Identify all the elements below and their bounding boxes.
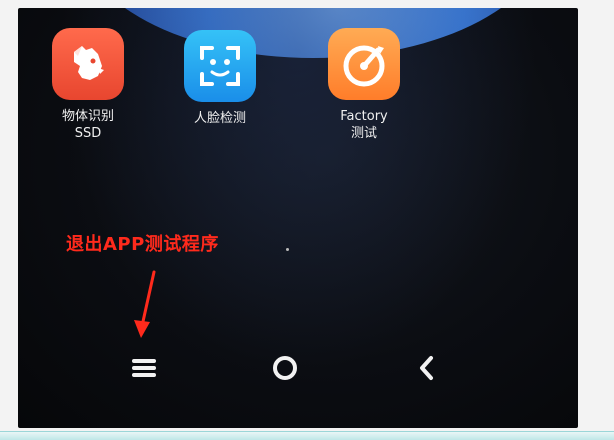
app-face-detection[interactable]: 人脸检测	[170, 30, 270, 127]
menu-icon[interactable]	[131, 357, 157, 383]
annotation-text: 退出APP测试程序	[66, 234, 219, 255]
app-factory-test[interactable]: Factory 测试	[314, 28, 414, 142]
menu-button[interactable]	[124, 350, 164, 390]
red-arrow-down-icon	[126, 270, 166, 346]
photo-frame: 物体识别 SSD 人脸检测 Factory 测试 退出APP测试程序	[0, 0, 614, 440]
screen-dot	[286, 248, 289, 251]
app-label: 人脸检测	[193, 111, 246, 126]
device-screen: 物体识别 SSD 人脸检测 Factory 测试 退出APP测试程序	[18, 8, 578, 428]
back-chevron-icon[interactable]	[415, 354, 439, 386]
home-button[interactable]	[265, 350, 305, 390]
gauge-icon[interactable]	[328, 28, 400, 100]
face-scan-icon[interactable]	[184, 30, 256, 102]
app-label: Factory 测试	[340, 109, 388, 141]
navigation-bar	[18, 342, 578, 402]
app-label: 物体识别 SSD	[61, 109, 114, 141]
back-button[interactable]	[407, 350, 447, 390]
dog-icon[interactable]	[52, 28, 124, 100]
app-object-detection-ssd[interactable]: 物体识别 SSD	[38, 28, 138, 142]
bottom-edge	[0, 431, 614, 440]
home-circle-icon[interactable]	[271, 354, 299, 386]
